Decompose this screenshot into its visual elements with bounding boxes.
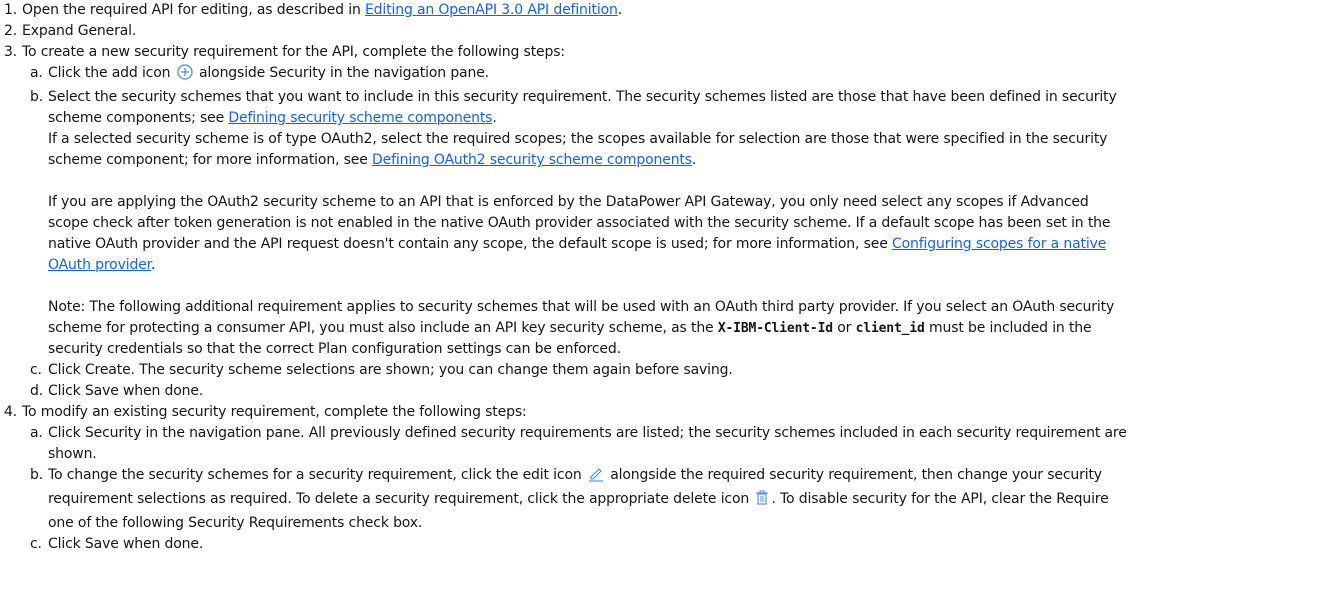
paragraph-line: or [832, 320, 856, 336]
substep-text: Click the add icon [48, 65, 171, 81]
substep-text: To change the security schemes for a sec… [48, 467, 582, 483]
punctuation: . [617, 2, 623, 18]
link-security-scheme-components[interactable]: Defining security scheme components [228, 110, 492, 126]
paragraph-oauth2-scopes: If a selected security scheme is of type… [48, 129, 1323, 171]
substep-text: Click Save when done. [48, 536, 204, 552]
step-3b: b. Select the security schemes that you … [4, 87, 1323, 108]
substep-letter: c. [30, 536, 42, 552]
substep-text: scheme components; see [48, 110, 229, 126]
substep-text: Click Create. The security scheme select… [48, 362, 733, 378]
step-3d: d. Click Save when done. [4, 381, 1323, 402]
paragraph-line: must be included in the [924, 320, 1092, 336]
substep-letter: a. [30, 425, 43, 441]
paragraph-line: security credentials so that the correct… [48, 341, 621, 357]
step-3b-cont: scheme components; see Defining security… [48, 108, 1323, 129]
step-4a: a. Click Security in the navigation pane… [4, 423, 1323, 444]
paragraph-line: scheme component; for more information, … [48, 152, 373, 168]
step-3c: c. Click Create. The security scheme sel… [4, 360, 1323, 381]
step-2: 2. Expand General. [4, 21, 1323, 42]
punctuation: . [691, 152, 697, 168]
step-3a: a. Click the add icon alongside Security… [4, 63, 1323, 87]
step-4: 4. To modify an existing security requir… [4, 402, 1323, 423]
substep-text: . To disable security for the API, clear… [771, 491, 1109, 507]
add-circle-icon [177, 64, 193, 87]
paragraph-datapower: If you are applying the OAuth2 security … [48, 192, 1323, 276]
substep-letter: b. [30, 467, 44, 483]
paragraph-line: scope check after token generation is no… [48, 215, 1111, 231]
link-configuring-scopes-cont[interactable]: OAuth provider [48, 257, 151, 273]
step-4c: c. Click Save when done. [4, 534, 1323, 555]
paragraph-note: Note: The following additional requireme… [48, 297, 1323, 360]
link-configuring-scopes[interactable]: Configuring scopes for a native [892, 236, 1106, 252]
paragraph-line: If you are applying the OAuth2 security … [48, 194, 1089, 210]
step-number: 3. [4, 44, 18, 60]
code-client-id-param: client_id [855, 321, 925, 336]
paragraph-line: If a selected security scheme is of type… [48, 131, 1108, 147]
link-oauth2-scheme-components[interactable]: Defining OAuth2 security scheme componen… [372, 152, 692, 168]
paragraph-line: scheme for protecting a consumer API, yo… [48, 320, 718, 336]
step-number: 2. [4, 23, 18, 39]
substep-letter: a. [30, 65, 43, 81]
step-number: 1. [4, 2, 18, 18]
step-text: To create a new security requirement for… [22, 44, 565, 60]
step-text: To modify an existing security requireme… [22, 404, 527, 420]
instructions-document: 1. Open the required API for editing, as… [0, 0, 1323, 555]
substep-text: Select the security schemes that you wan… [48, 89, 1117, 105]
step-1: 1. Open the required API for editing, as… [4, 0, 1323, 21]
substep-text: Click Security in the navigation pane. A… [48, 425, 1127, 441]
step-number: 4. [4, 404, 18, 420]
code-client-id-header: X-IBM-Client-Id [717, 321, 833, 336]
substep-letter: c. [30, 362, 42, 378]
substep-text: alongside the required security requirem… [610, 467, 1102, 483]
substep-text: requirement selections as required. To d… [48, 491, 750, 507]
link-editing-openapi[interactable]: Editing an OpenAPI 3.0 API definition [365, 2, 618, 18]
step-text: Open the required API for editing, as de… [22, 2, 365, 18]
paragraph-line: native OAuth provider and the API reques… [48, 236, 892, 252]
substep-letter: b. [30, 89, 44, 105]
punctuation: . [150, 257, 156, 273]
substep-text: alongside Security in the navigation pan… [199, 65, 489, 81]
edit-pencil-icon [588, 466, 604, 489]
step-4b-cont2: one of the following Security Requiremen… [48, 515, 423, 531]
step-3: 3. To create a new security requirement … [4, 42, 1323, 63]
punctuation: . [492, 110, 497, 126]
step-4b: b. To change the security schemes for a … [4, 465, 1323, 489]
step-4b-cont: requirement selections as required. To d… [48, 489, 1323, 513]
trash-icon [755, 490, 769, 513]
step-4a-cont: shown. [48, 446, 97, 462]
substep-text: Click Save when done. [48, 383, 204, 399]
paragraph-line: Note: The following additional requireme… [48, 299, 1115, 315]
step-text: Expand General. [22, 23, 137, 39]
substep-letter: d. [30, 383, 44, 399]
